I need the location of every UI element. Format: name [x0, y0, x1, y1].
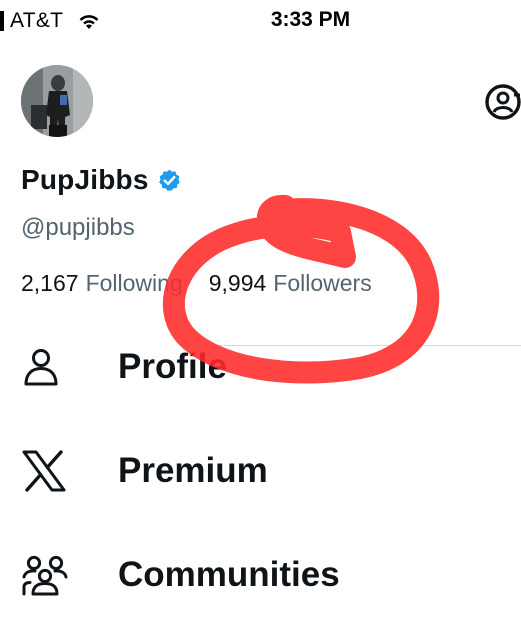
- menu-item-communities[interactable]: Communities: [0, 545, 521, 605]
- status-time: 3:33 PM: [270, 8, 351, 31]
- stats-spacer: [183, 270, 209, 297]
- menu-label-communities: Communities: [118, 555, 340, 594]
- followers-count: 9,994: [208, 270, 267, 296]
- display-name: PupJibbs: [21, 164, 149, 195]
- switch-account-icon[interactable]: [484, 83, 521, 123]
- followers-link[interactable]: 9,994 Followers: [209, 270, 372, 297]
- followers-label: Followers: [273, 270, 372, 296]
- menu-label-premium: Premium: [118, 451, 268, 490]
- user-handle: @pupjibbs: [21, 214, 135, 241]
- sidebar-drawer: AT&T 3:33 PM PupJibbs @pupjibbs 2,167 Fo…: [0, 0, 521, 621]
- menu-item-premium[interactable]: Premium: [0, 441, 521, 501]
- x-logo-icon: [22, 450, 66, 492]
- communities-icon: [22, 555, 68, 596]
- verified-badge-icon: [158, 169, 180, 191]
- status-bar: AT&T 3:33 PM: [0, 0, 521, 40]
- following-label: Following: [85, 270, 183, 296]
- following-count: 2,167: [21, 270, 79, 296]
- avatar[interactable]: [21, 65, 93, 137]
- avatar-image: [21, 65, 93, 137]
- following-link[interactable]: 2,167 Following: [21, 270, 183, 297]
- menu-label-profile: Profile: [118, 347, 227, 386]
- menu-item-profile[interactable]: Profile: [0, 337, 521, 397]
- follow-stats: 2,167 Following 9,994 Followers: [21, 270, 372, 297]
- person-icon: [24, 349, 58, 386]
- display-name-row[interactable]: PupJibbs: [21, 164, 182, 196]
